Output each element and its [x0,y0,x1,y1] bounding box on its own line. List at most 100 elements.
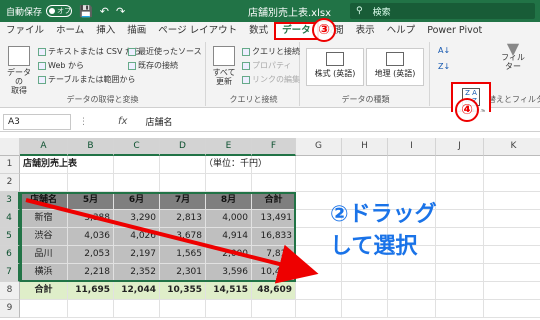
unit-label[interactable]: （単位：千円） [190,156,270,174]
cell[interactable] [20,174,68,192]
header-cell[interactable]: 6月 [114,192,160,210]
cell[interactable] [68,300,114,318]
sales-cell[interactable]: 2,301 [160,264,206,282]
row-header-6[interactable]: 6 [0,246,20,264]
sales-cell[interactable]: 16,833 [252,228,296,246]
total-label-cell[interactable]: 合計 [20,282,68,300]
queries-connections-button[interactable]: クエリと接続 [242,46,300,57]
cell[interactable] [296,156,342,174]
row-header-3[interactable]: 3 [0,192,20,210]
sales-cell[interactable]: 3,596 [206,264,252,282]
cell[interactable] [296,300,342,318]
cell[interactable] [296,282,342,300]
cell[interactable] [252,174,296,192]
sheet-title[interactable]: 店舗別売上表 [20,156,170,174]
tab-10[interactable]: Power Pivot [421,22,488,40]
search-box[interactable]: ⚲ 検索 [350,3,535,19]
edit-links-button[interactable]: リンクの編集 [242,74,300,85]
refresh-all-button[interactable]: すべて 更新 [210,46,238,86]
tab-0[interactable]: ファイル [0,22,50,40]
store-name-cell[interactable]: 品川 [20,246,68,264]
cell[interactable] [484,228,540,246]
cell[interactable] [388,264,436,282]
cell[interactable] [436,282,484,300]
select-all-corner[interactable] [0,138,20,156]
row-header-9[interactable]: 9 [0,300,20,318]
cell[interactable] [342,174,388,192]
cell[interactable] [436,210,484,228]
stocks-button[interactable]: 株式 (英語) [306,48,364,86]
total-cell[interactable]: 12,044 [114,282,160,300]
sales-cell[interactable]: 4,914 [206,228,252,246]
column-header-A[interactable]: A [20,138,68,156]
cell[interactable] [436,192,484,210]
header-cell[interactable]: 店舗名 [20,192,68,210]
column-header-H[interactable]: H [342,138,388,156]
cell[interactable] [252,300,296,318]
column-header-D[interactable]: D [160,138,206,156]
sales-cell[interactable]: 2,197 [114,246,160,264]
sales-cell[interactable]: 10,467 [252,264,296,282]
cell[interactable] [484,246,540,264]
sales-cell[interactable]: 2,218 [68,264,114,282]
column-header-B[interactable]: B [68,138,114,156]
sales-cell[interactable]: 4,036 [68,228,114,246]
cell[interactable] [68,174,114,192]
from-text-csv-button[interactable]: テキストまたは CSV から [38,46,141,57]
cell[interactable] [388,282,436,300]
cell[interactable] [342,264,388,282]
sales-cell[interactable]: 1,565 [160,246,206,264]
cell[interactable] [342,156,388,174]
cell[interactable] [484,156,540,174]
sales-cell[interactable]: 4,000 [206,210,252,228]
cell[interactable] [436,300,484,318]
cell[interactable] [296,264,342,282]
total-cell[interactable]: 48,609 [252,282,296,300]
header-cell[interactable]: 5月 [68,192,114,210]
cell[interactable] [436,246,484,264]
cell[interactable] [484,282,540,300]
tab-5[interactable]: 数式 [243,22,274,40]
column-header-J[interactable]: J [436,138,484,156]
undo-icon[interactable]: ↶ [100,5,109,18]
cell[interactable] [436,156,484,174]
store-name-cell[interactable]: 新宿 [20,210,68,228]
sales-cell[interactable]: 2,813 [160,210,206,228]
fx-icon[interactable]: fx [118,116,127,127]
total-cell[interactable]: 14,515 [206,282,252,300]
tab-4[interactable]: ページ レイアウト [152,22,243,40]
row-header-1[interactable]: 1 [0,156,20,174]
header-cell[interactable]: 8月 [206,192,252,210]
row-header-7[interactable]: 7 [0,264,20,282]
row-header-8[interactable]: 8 [0,282,20,300]
cell[interactable] [436,228,484,246]
store-name-cell[interactable]: 渋谷 [20,228,68,246]
formula-input[interactable]: 店舗名 [145,115,172,128]
from-table-button[interactable]: テーブルまたは範囲から [38,74,136,85]
tab-8[interactable]: 表示 [350,22,381,40]
header-cell[interactable]: 合計 [252,192,296,210]
more-icon[interactable]: ⋮ [79,117,88,127]
cell[interactable] [388,174,436,192]
sales-cell[interactable]: 7,818 [252,246,296,264]
sales-cell[interactable]: 13,491 [252,210,296,228]
cell[interactable] [206,300,252,318]
column-header-G[interactable]: G [296,138,342,156]
tab-1[interactable]: ホーム [50,22,90,40]
cell[interactable] [388,156,436,174]
store-name-cell[interactable]: 横浜 [20,264,68,282]
sales-cell[interactable]: 3,678 [160,228,206,246]
cell[interactable] [484,264,540,282]
row-header-4[interactable]: 4 [0,210,20,228]
cell[interactable] [484,300,540,318]
sales-cell[interactable]: 2,053 [68,246,114,264]
column-header-F[interactable]: F [252,138,296,156]
cell[interactable] [160,174,206,192]
geography-button[interactable]: 地理 (英語) [366,48,424,86]
save-icon[interactable]: 💾 [79,5,93,18]
cell[interactable] [484,174,540,192]
total-cell[interactable]: 10,355 [160,282,206,300]
row-header-2[interactable]: 2 [0,174,20,192]
cell[interactable] [484,192,540,210]
tab-2[interactable]: 挿入 [90,22,121,40]
